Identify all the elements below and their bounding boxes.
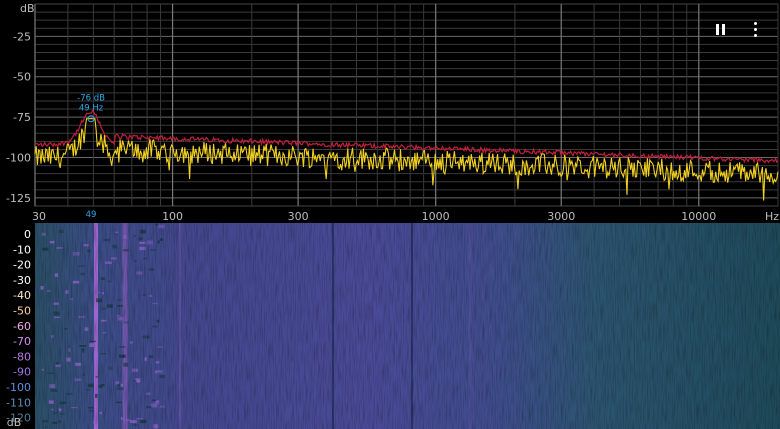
spectrum-grid bbox=[34, 3, 779, 207]
db-unit-label: dB bbox=[20, 2, 35, 15]
hz-unit-label: Hz bbox=[765, 210, 779, 223]
pause-button[interactable] bbox=[710, 18, 730, 40]
more-vert-icon bbox=[753, 20, 757, 38]
spectrogram-db-tick: -40 bbox=[13, 289, 31, 302]
db-tick-label: -75 bbox=[13, 111, 31, 124]
spectrogram-db-tick: -50 bbox=[13, 305, 31, 318]
freq-tick-label: 1000 bbox=[422, 210, 450, 223]
spectrogram-db-tick: -60 bbox=[13, 320, 31, 333]
pause-icon bbox=[714, 20, 726, 39]
spectrogram-db-tick: -80 bbox=[13, 350, 31, 363]
freq-tick-label: 30 bbox=[32, 210, 46, 223]
spectrogram-db-scale: 0-10-20-30-40-50-60-70-80-90-100-110-120… bbox=[0, 223, 35, 429]
spectrogram-db-tick: -30 bbox=[13, 274, 31, 287]
spectrogram-db-tick: -100 bbox=[6, 381, 31, 394]
spectrogram-db-tick: -110 bbox=[6, 396, 31, 409]
spectrum-plot[interactable]: dB -25 -50 -75 -100 -12530 100 300 1000 3000 10000… bbox=[0, 0, 780, 223]
db-tick-label: -25 bbox=[13, 30, 31, 43]
spectrogram-db-tick: -70 bbox=[13, 335, 31, 348]
peak-freq-marker: 49 bbox=[86, 210, 97, 220]
db-tick-label: -100 bbox=[6, 152, 31, 165]
overflow-menu-button[interactable] bbox=[745, 18, 765, 40]
spectrum-analyzer-app: dB -25 -50 -75 -100 -125 30 100 300 1000 3000 10000… bbox=[0, 0, 780, 429]
freq-tick-label: 3000 bbox=[547, 210, 575, 223]
spectrogram-db-tick: -20 bbox=[13, 259, 31, 272]
freq-tick-label: 10000 bbox=[681, 210, 716, 223]
db-tick-label: -125 bbox=[6, 192, 31, 205]
db-tick-label: -50 bbox=[13, 71, 31, 84]
spectrogram-unit-label: dB bbox=[7, 416, 22, 429]
freq-tick-label: 300 bbox=[288, 210, 309, 223]
spectrogram-image bbox=[35, 223, 780, 429]
spectrogram-db-tick: -90 bbox=[13, 366, 31, 379]
peak-hz-label: 49 Hz bbox=[79, 104, 104, 114]
spectrum-plot-area bbox=[34, 3, 779, 207]
spectrogram-db-tick: -10 bbox=[13, 243, 31, 256]
spectrogram-waterfall[interactable]: 0-10-20-30-40-50-60-70-80-90-100-110-120… bbox=[0, 223, 780, 429]
spectrogram-db-tick: 0 bbox=[24, 228, 31, 241]
spectrogram-noise bbox=[35, 223, 780, 429]
peak-db-label: -76 dB bbox=[77, 94, 105, 104]
freq-tick-label: 100 bbox=[162, 210, 183, 223]
